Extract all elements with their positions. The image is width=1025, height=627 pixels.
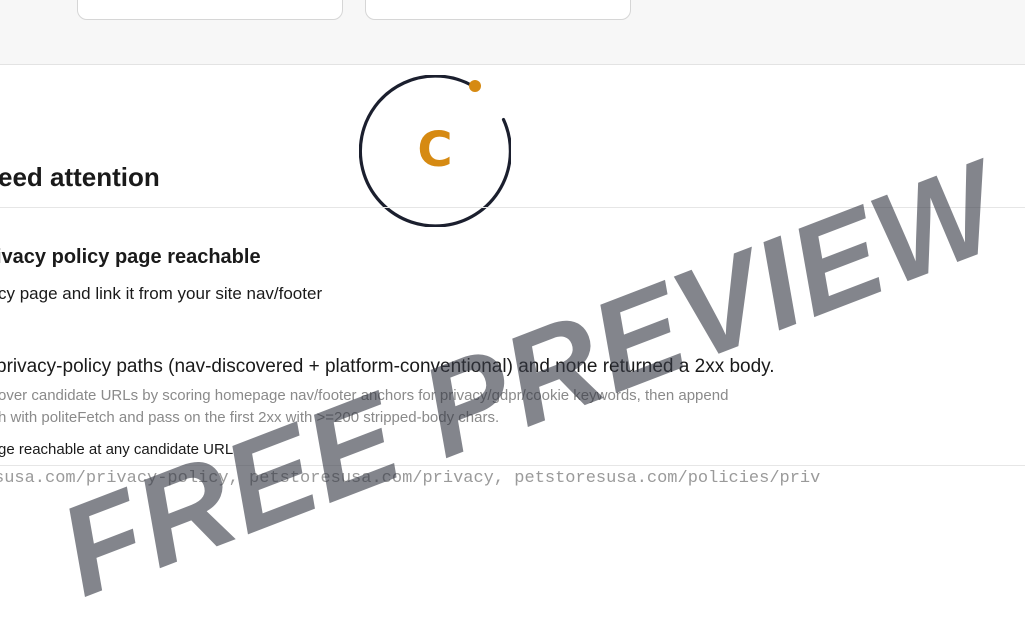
svg-text:C: C	[417, 122, 452, 178]
top-panel	[0, 0, 1025, 65]
section-title: eed attention	[0, 162, 160, 192]
issue-status: ge reachable at any candidate URL	[0, 441, 234, 458]
issue-method-line: h with politeFetch and pass on the first…	[0, 409, 500, 426]
logo-icon: C	[358, 74, 512, 228]
preview-watermark: FREE PREVIEW	[41, 135, 1019, 624]
issue-recommendation: cy page and link it from your site nav/f…	[0, 284, 323, 303]
candidate-url-list: susa.com/privacy-policy, petstoresusa.co…	[0, 469, 821, 488]
issue-title: ivacy policy page reachable	[0, 246, 261, 268]
divider	[0, 207, 1025, 208]
brand-logo: C	[358, 74, 512, 228]
summary-card[interactable]	[77, 0, 343, 20]
issue-detail: privacy-policy paths (nav-discovered + p…	[0, 356, 775, 377]
issue-method-line: over candidate URLs by scoring homepage …	[0, 387, 729, 404]
summary-card[interactable]	[365, 0, 631, 20]
divider	[0, 465, 1025, 466]
